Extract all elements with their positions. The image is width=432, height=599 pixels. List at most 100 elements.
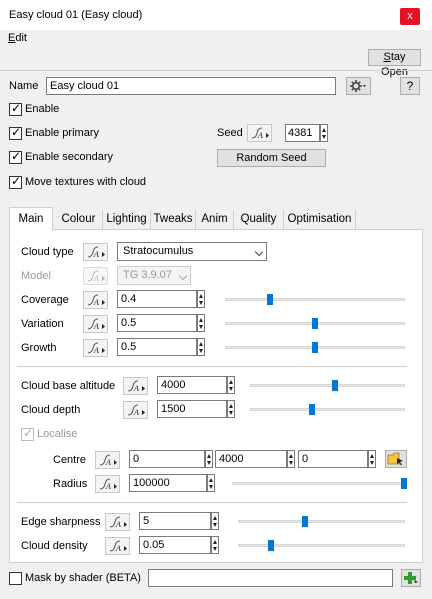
cloud-base-altitude-label: Cloud base altitude (21, 380, 116, 392)
cloud-density-function-button[interactable]: A (105, 537, 130, 555)
function-icon: A (251, 127, 269, 140)
svg-text:A: A (93, 346, 99, 355)
svg-text:A: A (115, 544, 121, 553)
mask-by-shader-checkbox[interactable] (9, 572, 22, 585)
tab-tweaks[interactable]: Tweaks (151, 210, 196, 229)
cloud-depth-slider-thumb[interactable] (309, 404, 315, 415)
add-shader-button[interactable] (401, 569, 421, 587)
close-button[interactable]: x (400, 8, 420, 25)
enable-checkbox[interactable]: ✓ (9, 101, 22, 116)
check-icon: ✓ (11, 125, 22, 139)
check-icon: ✓ (11, 174, 22, 188)
enable-secondary-checkbox[interactable]: ✓ (9, 149, 22, 164)
variation-slider-thumb[interactable] (312, 318, 318, 329)
function-icon: A (87, 318, 105, 331)
svg-text:A: A (105, 458, 111, 467)
cloud-base-altitude-function-button[interactable]: A (123, 377, 148, 395)
cloud-depth-spinner[interactable] (227, 400, 235, 418)
cloud-type-function-button[interactable]: A (83, 243, 108, 261)
centre-z-spinner[interactable] (368, 450, 376, 468)
tab-main[interactable]: Main (9, 207, 53, 230)
edge-sharpness-slider-thumb[interactable] (302, 516, 308, 527)
edge-sharpness-spinner[interactable] (211, 512, 219, 530)
function-icon: A (99, 478, 117, 491)
centre-x-input[interactable]: 0 (129, 450, 205, 468)
cloud-depth-slider-track[interactable] (250, 408, 405, 411)
name-input[interactable]: Easy cloud 01 (46, 77, 336, 95)
seed-label: Seed (217, 127, 243, 139)
gear-button[interactable] (346, 77, 371, 95)
move-textures-checkbox[interactable]: ✓ (9, 174, 22, 189)
cloud-density-slider-thumb[interactable] (268, 540, 275, 551)
centre-y-spinner[interactable] (287, 450, 295, 468)
enable-label: Enable (25, 103, 60, 115)
check-icon: ✓ (11, 149, 22, 163)
growth-label: Growth (21, 342, 57, 354)
svg-text:A: A (115, 520, 121, 529)
coverage-spinner[interactable] (197, 290, 205, 308)
tab-quality[interactable]: Quality (234, 210, 284, 229)
variation-spinner[interactable] (197, 314, 205, 332)
cloud-base-altitude-input[interactable]: 4000 (157, 376, 227, 394)
edge-sharpness-function-button[interactable]: A (105, 513, 130, 531)
function-icon: A (127, 380, 145, 393)
chevron-down-icon (178, 271, 188, 281)
tab-anim[interactable]: Anim (196, 210, 234, 229)
cloud-base-altitude-spinner[interactable] (227, 376, 235, 394)
growth-input[interactable]: 0.5 (117, 338, 197, 356)
coverage-slider-thumb[interactable] (267, 294, 273, 305)
window-title: Easy cloud 01 (Easy cloud) (9, 9, 143, 21)
radius-function-button[interactable]: A (95, 475, 120, 493)
radius-slider-thumb[interactable] (401, 478, 407, 489)
tab-colour[interactable]: Colour (55, 210, 103, 229)
menu-edit[interactable]: Edit (8, 32, 27, 44)
centre-z-input[interactable]: 0 (298, 450, 368, 468)
enable-primary-checkbox[interactable]: ✓ (9, 125, 22, 140)
function-icon: A (87, 342, 105, 355)
coverage-slider-track[interactable] (225, 298, 405, 301)
cloud-depth-input[interactable]: 1500 (157, 400, 227, 418)
svg-text:A: A (133, 384, 139, 393)
cloud-type-select[interactable]: Stratocumulus (117, 242, 267, 261)
seed-input[interactable]: 4381 (285, 124, 320, 142)
cloud-type-value: Stratocumulus (123, 245, 194, 257)
radius-input[interactable]: 100000 (129, 474, 207, 492)
svg-text:A: A (93, 274, 99, 283)
cloud-density-slider-track[interactable] (238, 544, 405, 547)
cloud-density-input[interactable]: 0.05 (139, 536, 211, 554)
edge-sharpness-slider-track[interactable] (238, 520, 405, 523)
stay-open-button[interactable]: Stay Open (368, 49, 421, 78)
function-icon: A (109, 516, 127, 529)
mask-shader-input[interactable] (148, 569, 393, 587)
cloud-density-label: Cloud density (21, 540, 88, 552)
coverage-function-button[interactable]: A (83, 291, 108, 309)
centre-x-spinner[interactable] (205, 450, 213, 468)
radius-slider-track[interactable] (232, 482, 404, 485)
cloud-base-altitude-slider-track[interactable] (250, 384, 405, 387)
radius-spinner[interactable] (207, 474, 215, 492)
growth-function-button[interactable]: A (83, 339, 108, 357)
edge-sharpness-label: Edge sharpness (21, 516, 101, 528)
centre-y-input[interactable]: 4000 (215, 450, 287, 468)
edge-sharpness-input[interactable]: 5 (139, 512, 211, 530)
coverage-input[interactable]: 0.4 (117, 290, 197, 308)
folder-pick-icon (387, 452, 403, 466)
cloud-density-spinner[interactable] (211, 536, 219, 554)
svg-text:A: A (93, 322, 99, 331)
help-button[interactable]: ? (400, 77, 420, 95)
model-select: TG 3.9.07 (117, 266, 191, 285)
growth-slider-thumb[interactable] (312, 342, 318, 353)
growth-spinner[interactable] (197, 338, 205, 356)
centre-function-button[interactable]: A (95, 451, 120, 469)
tab-optimisation[interactable]: Optimisation (284, 210, 356, 229)
cloud-base-altitude-slider-thumb[interactable] (332, 380, 339, 391)
function-icon: A (127, 404, 145, 417)
tab-lighting[interactable]: Lighting (103, 210, 151, 229)
random-seed-button[interactable]: Random Seed (217, 149, 326, 167)
seed-function-button[interactable]: A (247, 124, 272, 142)
cloud-depth-function-button[interactable]: A (123, 401, 148, 419)
pick-position-button[interactable] (385, 450, 407, 468)
variation-input[interactable]: 0.5 (117, 314, 197, 332)
variation-function-button[interactable]: A (83, 315, 108, 333)
seed-spinner[interactable] (320, 124, 328, 142)
